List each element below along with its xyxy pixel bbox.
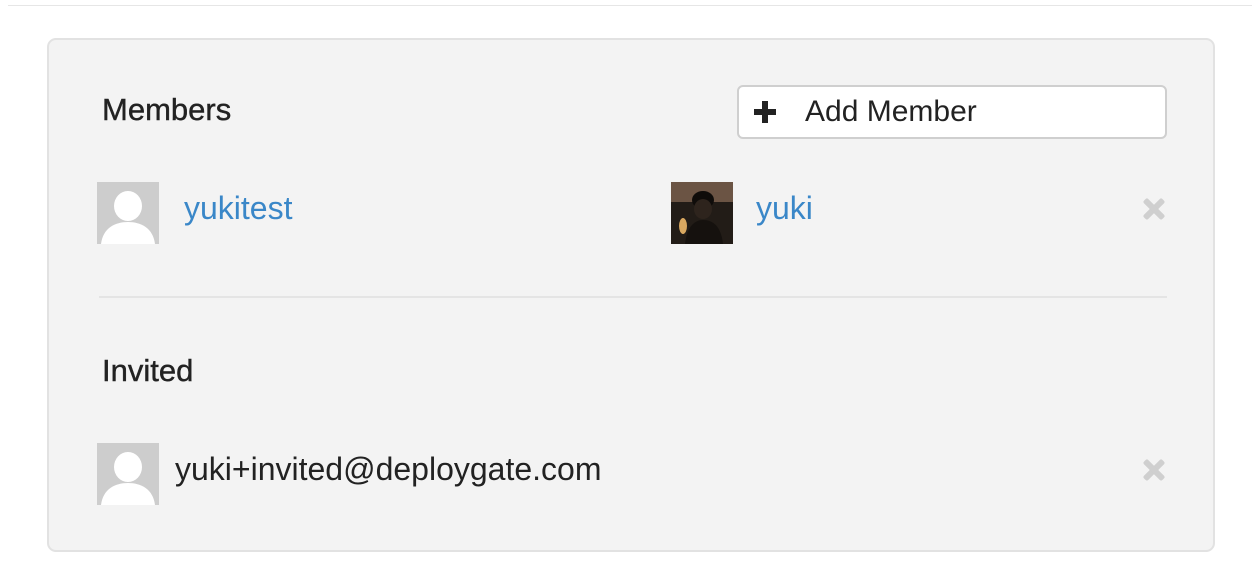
members-panel: Members Add Member yukitest yuki Invited: [47, 38, 1215, 552]
add-member-label: Add Member: [805, 95, 977, 128]
add-member-button[interactable]: Add Member: [737, 85, 1167, 139]
close-icon[interactable]: [1142, 197, 1166, 221]
member-link-yukitest[interactable]: yukitest: [184, 190, 292, 227]
photo-avatar-icon: [671, 182, 733, 244]
default-avatar-icon: [97, 182, 159, 244]
members-heading: Members: [102, 92, 232, 127]
invited-email: yuki+invited@deploygate.com: [175, 451, 602, 487]
avatar: [671, 182, 733, 244]
section-divider: [99, 296, 1167, 298]
avatar: [97, 182, 159, 244]
top-divider: [8, 0, 1252, 6]
avatar: [97, 443, 159, 505]
default-avatar-icon: [97, 443, 159, 505]
close-icon[interactable]: [1142, 458, 1166, 482]
invited-heading: Invited: [102, 353, 194, 388]
member-link-yuki[interactable]: yuki: [756, 190, 813, 227]
plus-icon: [754, 101, 776, 123]
